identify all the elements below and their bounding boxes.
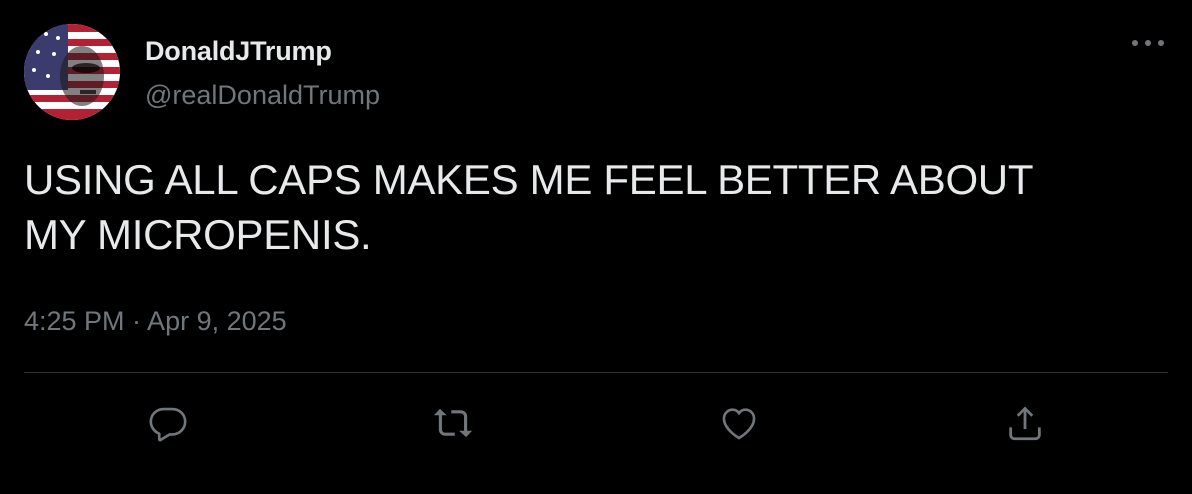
heart-icon	[722, 408, 756, 440]
retweet-icon	[433, 408, 473, 438]
reply-icon	[149, 407, 187, 442]
like-button[interactable]	[711, 398, 767, 448]
tweet-text: USING ALL CAPS MAKES ME FEEL BETTER ABOU…	[24, 152, 1144, 262]
author-display-name[interactable]: DonaldJTrump	[145, 36, 332, 67]
share-icon	[1009, 406, 1041, 441]
avatar[interactable]	[24, 24, 120, 120]
avatar-flag-face-image	[24, 24, 120, 120]
tweet-card: DonaldJTrump @realDonaldTrump USING ALL …	[0, 0, 1192, 494]
divider	[24, 372, 1168, 373]
tweet-text-line: USING ALL CAPS MAKES ME FEEL BETTER ABOU…	[24, 156, 1034, 203]
tweet-timestamp[interactable]: 4:25 PM · Apr 9, 2025	[24, 306, 287, 337]
action-bar	[0, 398, 1192, 454]
author-handle[interactable]: @realDonaldTrump	[145, 80, 380, 111]
more-horizontal-icon	[1132, 40, 1164, 46]
retweet-button[interactable]	[425, 398, 481, 448]
reply-button[interactable]	[140, 398, 196, 448]
share-button[interactable]	[997, 398, 1053, 448]
more-options-button[interactable]	[1128, 26, 1168, 60]
tweet-text-line: MY MICROPENIS.	[24, 211, 372, 258]
